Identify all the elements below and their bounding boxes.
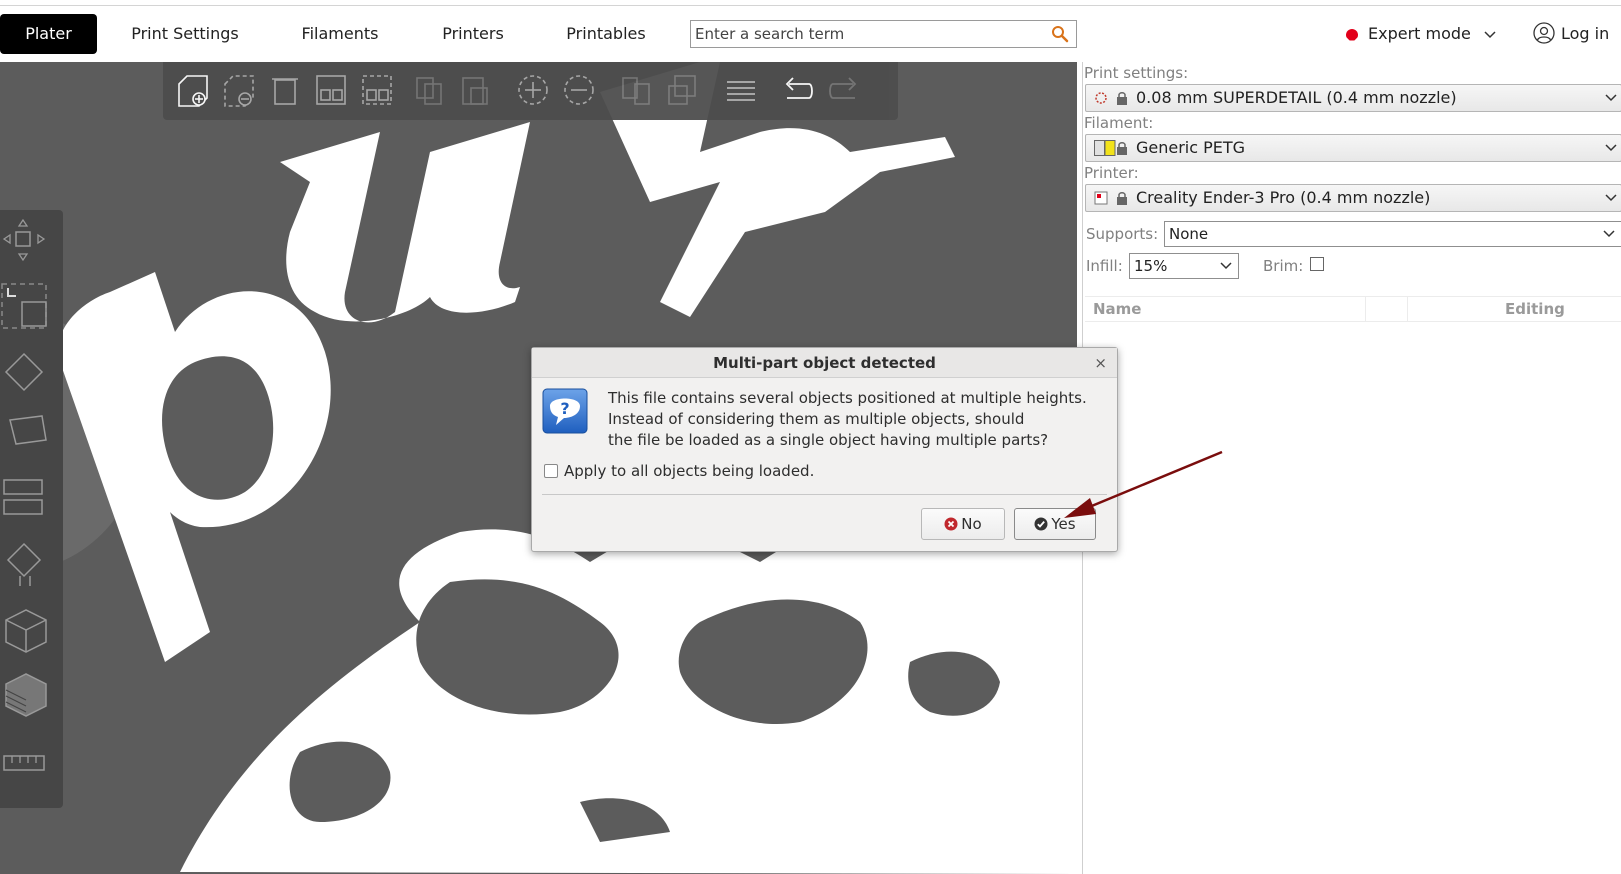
top-tab-bar: Plater Print Settings Filaments Printers…	[0, 6, 1621, 61]
checkmark-icon	[1034, 517, 1048, 531]
object-list-header: Name Editing	[1085, 296, 1621, 322]
supports-value: None	[1169, 225, 1209, 243]
dialog-message: This file contains several objects posit…	[608, 388, 1087, 451]
search-icon[interactable]	[1050, 24, 1070, 44]
dialog-title: Multi-part object detected	[532, 348, 1117, 378]
login-label: Log in	[1561, 24, 1610, 43]
dialog-message-line: This file contains several objects posit…	[608, 389, 1087, 407]
paste-icon[interactable]	[457, 72, 493, 108]
arrange-icon[interactable]	[313, 72, 349, 108]
dialog-separator	[542, 494, 1107, 495]
lock-icon	[1117, 92, 1127, 105]
cancel-icon	[944, 517, 958, 531]
infill-value: 15%	[1134, 257, 1168, 275]
dialog-message-line: Instead of considering them as multiple …	[608, 410, 1025, 428]
move-icon[interactable]	[0, 216, 50, 266]
printer-value: Creality Ender-3 Pro (0.4 mm nozzle)	[1136, 188, 1431, 207]
filament-combo[interactable]: Generic PETG	[1085, 134, 1621, 162]
supports-select[interactable]: None	[1164, 221, 1621, 247]
brim-label: Brim:	[1263, 257, 1304, 275]
column-divider	[1407, 297, 1408, 321]
copy-icon[interactable]	[411, 72, 447, 108]
print-settings-value: 0.08 mm SUPERDETAIL (0.4 mm nozzle)	[1136, 88, 1457, 107]
scale-icon[interactable]	[0, 282, 50, 332]
no-label: No	[961, 515, 982, 533]
print-settings-combo[interactable]: 0.08 mm SUPERDETAIL (0.4 mm nozzle)	[1085, 84, 1621, 112]
mode-label: Expert mode	[1368, 24, 1471, 43]
rotate-icon[interactable]	[0, 348, 50, 398]
delete-icon[interactable]	[221, 72, 257, 108]
tab-filaments[interactable]: Filaments	[288, 14, 392, 54]
apply-all-checkbox[interactable]: Apply to all objects being loaded.	[544, 462, 814, 480]
split-parts-icon[interactable]	[665, 72, 701, 108]
printer-label: Printer:	[1084, 164, 1139, 182]
print-settings-label: Print settings:	[1084, 64, 1189, 82]
annotation-arrow-icon	[1064, 450, 1223, 518]
expert-mode-indicator-icon	[1346, 28, 1358, 41]
gizmo-toolbar	[0, 210, 63, 808]
chevron-down-icon	[1220, 262, 1232, 270]
print-settings-icon	[1095, 92, 1107, 104]
tab-printers[interactable]: Printers	[430, 14, 516, 54]
chevron-down-icon	[1603, 230, 1615, 238]
search-box[interactable]	[690, 20, 1077, 48]
redo-icon[interactable]	[827, 72, 863, 108]
chevron-down-icon	[1605, 144, 1617, 152]
chevron-down-icon	[1605, 94, 1617, 102]
place-on-face-icon[interactable]	[0, 410, 50, 460]
close-icon[interactable]: ×	[1094, 348, 1107, 378]
question-icon: ?	[542, 388, 588, 434]
infill-select[interactable]: 15%	[1129, 253, 1239, 279]
chevron-down-icon	[1605, 194, 1617, 202]
add-icon[interactable]	[175, 72, 211, 108]
dialog-message-line: the file be loaded as a single object ha…	[608, 431, 1049, 449]
mode-selector[interactable]: Expert mode	[1346, 22, 1496, 46]
search-input[interactable]	[695, 24, 1040, 44]
login-button[interactable]: Log in	[1533, 20, 1609, 48]
delete-all-icon[interactable]	[267, 72, 303, 108]
variable-layer-icon[interactable]	[0, 670, 50, 720]
filament-color-icon	[1094, 140, 1116, 156]
multi-part-dialog: Multi-part object detected × ? This file…	[531, 347, 1118, 552]
user-icon	[1533, 22, 1555, 44]
layers-icon[interactable]	[723, 72, 759, 108]
apply-all-label: Apply to all objects being loaded.	[564, 462, 815, 480]
tab-print-settings[interactable]: Print Settings	[118, 14, 252, 54]
svg-text:?: ?	[560, 399, 569, 418]
no-button[interactable]: No	[921, 508, 1005, 540]
cut-icon[interactable]	[0, 474, 50, 524]
lock-icon	[1117, 142, 1127, 155]
filament-value: Generic PETG	[1136, 138, 1246, 157]
lock-icon	[1117, 192, 1127, 205]
checkbox-box[interactable]	[544, 464, 558, 478]
paint-supports-icon[interactable]	[0, 540, 50, 590]
undo-icon[interactable]	[779, 72, 815, 108]
brim-checkbox[interactable]	[1310, 257, 1324, 271]
main-toolbar	[163, 62, 898, 120]
remove-instance-icon[interactable]	[561, 72, 597, 108]
chevron-down-icon	[1484, 30, 1496, 38]
add-instance-icon[interactable]	[515, 72, 551, 108]
name-column-header[interactable]: Name	[1093, 300, 1141, 318]
arrange-selection-icon[interactable]	[359, 72, 395, 108]
supports-label: Supports:	[1086, 225, 1159, 243]
printer-combo[interactable]: Creality Ender-3 Pro (0.4 mm nozzle)	[1085, 184, 1621, 212]
infill-label: Infill:	[1086, 257, 1123, 275]
measure-icon[interactable]	[0, 738, 50, 788]
tab-plater[interactable]: Plater	[0, 14, 97, 54]
column-divider	[1365, 297, 1366, 321]
tab-printables[interactable]: Printables	[554, 14, 658, 54]
split-objects-icon[interactable]	[619, 72, 655, 108]
editing-column-header[interactable]: Editing	[1505, 300, 1565, 318]
printer-icon	[1094, 191, 1108, 205]
filament-label: Filament:	[1084, 114, 1154, 132]
seam-painting-icon[interactable]	[0, 606, 50, 656]
